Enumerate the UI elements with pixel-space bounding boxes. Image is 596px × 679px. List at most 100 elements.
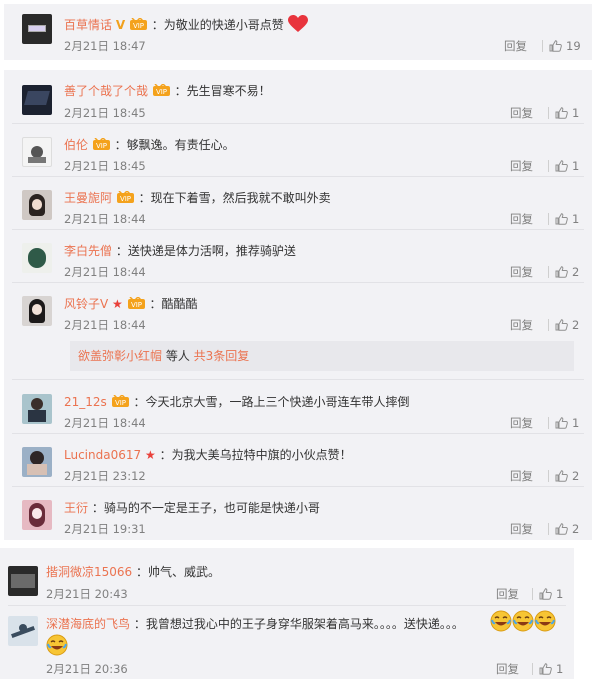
like-button[interactable]: 2	[548, 265, 579, 279]
comment-panel-1: 百草情话 V VIP ：为敬业的快递小哥点赞 2月21日 18:47 回复 19	[4, 4, 592, 60]
thumbs-up-icon	[555, 160, 568, 172]
thumbs-up-icon	[555, 213, 568, 225]
timestamp: 2月21日 18:44	[64, 265, 146, 279]
svg-text:VIP: VIP	[115, 399, 126, 407]
avatar[interactable]	[8, 566, 38, 596]
divider	[542, 40, 543, 52]
comment-item: 百草情话 V VIP ：为敬业的快递小哥点赞 2月21日 18:47 回复 19	[4, 4, 592, 60]
username[interactable]: 21_12s	[64, 395, 107, 409]
svg-text:VIP: VIP	[133, 22, 144, 30]
comment-item: 揩洞微凉15066 ：帅气、威武。 2月21日 20:43 回复 1	[0, 548, 574, 606]
reply-button[interactable]: 回复	[496, 587, 519, 601]
like-count: 1	[572, 212, 580, 226]
like-button[interactable]: 1	[548, 212, 579, 226]
divider	[548, 266, 549, 278]
username[interactable]: 李白先僧	[64, 244, 112, 258]
star-icon: ★	[112, 297, 123, 311]
more-replies-bar[interactable]: 欲盖弥彰小红帽 等人 共3条回复	[70, 341, 574, 371]
like-button[interactable]: 1	[548, 416, 579, 430]
reply-button[interactable]: 回复	[510, 318, 533, 332]
svg-text:VIP: VIP	[96, 142, 107, 150]
username[interactable]: 风铃子V	[64, 297, 108, 311]
reply-button[interactable]: 回复	[510, 469, 533, 483]
avatar[interactable]	[22, 85, 52, 115]
reply-button[interactable]: 回复	[510, 212, 533, 226]
avatar[interactable]	[22, 14, 52, 44]
timestamp: 2月21日 18:44	[64, 212, 146, 226]
avatar[interactable]	[22, 296, 52, 326]
comment-text: ：够飘逸。有责任心。	[114, 138, 235, 152]
reply-button[interactable]: 回复	[504, 39, 527, 53]
like-button[interactable]: 1	[532, 587, 563, 601]
comment-item: 善了个哉了个哉 VIP ：先生冒寒不易！ 2月21日 18:45 回复 1	[4, 70, 592, 124]
divider	[548, 523, 549, 535]
comment-item: 风铃子V ★ VIP ：酷酷酷 2月21日 18:44 回复 2 欲盖弥彰小红帽…	[4, 283, 592, 380]
like-count: 1	[572, 106, 580, 120]
like-count: 1	[572, 416, 580, 430]
avatar[interactable]	[22, 190, 52, 220]
comment-item: 21_12s VIP ：今天北京大雪，一路上三个快递小哥连车带人摔倒 2月21日…	[4, 380, 592, 434]
username[interactable]: 王衍	[64, 501, 88, 515]
timestamp: 2月21日 20:36	[46, 662, 128, 676]
avatar[interactable]	[22, 394, 52, 424]
reply-button[interactable]: 回复	[496, 662, 519, 676]
timestamp: 2月21日 19:31	[64, 522, 146, 536]
comment-text: ：我曾想过我心中的王子身穿华服架着高马来。。。。送快递。。。	[133, 617, 464, 631]
vip-icon: VIP	[111, 395, 129, 407]
like-button[interactable]: 2	[548, 318, 579, 332]
avatar[interactable]	[8, 616, 38, 646]
timestamp: 2月21日 18:47	[64, 39, 146, 53]
comment-item: 王曼旎阿 VIP ：现在下着雪，然后我就不敢叫外卖 2月21日 18:44 回复…	[4, 177, 592, 230]
reply-button[interactable]: 回复	[510, 106, 533, 120]
comment-panel-2: 善了个哉了个哉 VIP ：先生冒寒不易！ 2月21日 18:45 回复 1 伯伦…	[4, 70, 592, 540]
like-count: 1	[556, 662, 564, 676]
vip-icon: VIP	[129, 18, 147, 30]
reply-button[interactable]: 回复	[510, 159, 533, 173]
svg-text:VIP: VIP	[131, 301, 142, 309]
username[interactable]: Lucinda0617	[64, 448, 141, 462]
timestamp: 2月21日 18:44	[64, 416, 146, 430]
like-button[interactable]: 2	[548, 522, 579, 536]
thumbs-up-icon	[549, 40, 562, 52]
emoji-group	[46, 634, 68, 656]
username[interactable]: 揩洞微凉15066	[46, 565, 132, 579]
like-count: 19	[566, 39, 581, 53]
like-button[interactable]: 1	[548, 106, 579, 120]
comment-text: ：帅气、威武。	[136, 565, 221, 579]
svg-text:VIP: VIP	[120, 195, 131, 203]
username[interactable]: 深潜海底的飞鸟	[46, 617, 130, 631]
like-count: 2	[572, 469, 580, 483]
emoji-group	[490, 610, 556, 632]
reply-button[interactable]: 回复	[510, 416, 533, 430]
username[interactable]: 百草情话	[64, 18, 112, 32]
laughing-emoji-icon	[534, 610, 556, 632]
divider	[548, 417, 549, 429]
like-button[interactable]: 1	[532, 662, 563, 676]
username[interactable]: 善了个哉了个哉	[64, 84, 148, 98]
timestamp: 2月21日 18:44	[64, 318, 146, 332]
like-button[interactable]: 19	[542, 39, 581, 53]
avatar[interactable]	[22, 500, 52, 530]
laughing-emoji-icon	[46, 634, 68, 656]
avatar[interactable]	[22, 243, 52, 273]
heart-icon	[287, 15, 308, 32]
divider	[532, 663, 533, 675]
reply-button[interactable]: 回复	[510, 265, 533, 279]
like-count: 1	[556, 587, 564, 601]
comment-item: 深潜海底的飞鸟 ：我曾想过我心中的王子身穿华服架着高马来。。。。送快递。。。 2…	[0, 606, 574, 679]
svg-text:VIP: VIP	[156, 88, 167, 96]
username[interactable]: 王曼旎阿	[64, 191, 112, 205]
thumbs-up-icon	[555, 417, 568, 429]
avatar[interactable]	[22, 137, 52, 167]
comment-text: ：先生冒寒不易！	[174, 84, 271, 98]
avatar[interactable]	[22, 447, 52, 477]
username[interactable]: 伯伦	[64, 138, 88, 152]
reply-button[interactable]: 回复	[510, 522, 533, 536]
view-replies-link[interactable]: 共3条回复	[194, 349, 250, 363]
like-button[interactable]: 1	[548, 159, 579, 173]
like-button[interactable]: 2	[548, 469, 579, 483]
like-count: 2	[572, 265, 580, 279]
reply-user-link[interactable]: 欲盖弥彰小红帽	[78, 349, 162, 363]
comment-item: Lucinda0617 ★ ：为我大美乌拉特中旗的小伙点赞！ 2月21日 23:…	[4, 434, 592, 487]
thumbs-up-icon	[555, 266, 568, 278]
